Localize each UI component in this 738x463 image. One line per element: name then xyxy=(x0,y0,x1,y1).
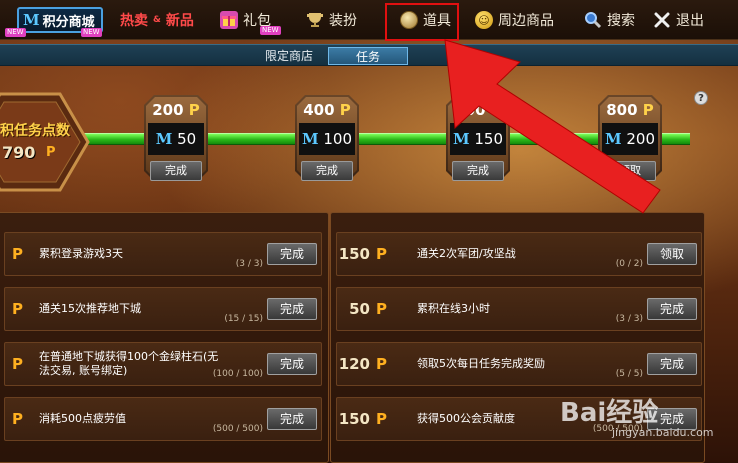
new-tag-icon: NEW xyxy=(260,26,281,35)
task-desc: 累积登录游戏3天 xyxy=(39,247,123,260)
nav-hot-new[interactable]: 热卖 & 新品 xyxy=(120,7,194,33)
milestone-600: 600 P M 150 完成 xyxy=(446,95,510,189)
task-desc: 领取5次每日任务完成奖励 xyxy=(417,357,545,370)
task-row: 150 P 获得500公会贡献度 (500 / 500) 完成 xyxy=(336,397,702,441)
new-tag-icon: NEW xyxy=(81,28,102,37)
task-row: P 通关15次推荐地下城 (15 / 15) 完成 xyxy=(4,287,322,331)
help-icon[interactable]: ? xyxy=(694,91,708,105)
milestone-points: 600 P xyxy=(454,101,502,119)
task-button[interactable]: 完成 xyxy=(647,298,697,320)
nav-hot-amp: & xyxy=(153,15,161,25)
nav-dress-label: 装扮 xyxy=(329,13,357,29)
task-row: 50 P 累积在线3小时 (3 / 3) 完成 xyxy=(336,287,702,331)
highlight-box xyxy=(385,3,459,41)
task-count: (0 / 2) xyxy=(615,259,643,269)
task-button[interactable]: 完成 xyxy=(267,408,317,430)
milestone-reward: M 150 xyxy=(450,123,506,155)
points-unit: P xyxy=(46,145,56,160)
task-count: (100 / 100) xyxy=(212,369,263,379)
sub-tabs: 限定商店 任务 xyxy=(0,44,738,66)
nav-exit[interactable]: 退出 xyxy=(653,7,704,33)
search-icon xyxy=(584,11,602,29)
task-points: P xyxy=(12,300,23,318)
task-row: 150 P 通关2次军团/攻坚战 (0 / 2) 领取 xyxy=(336,232,702,276)
task-row: P 在普通地下城获得100个金绿柱石(无法交易, 账号绑定) (100 / 10… xyxy=(4,342,322,386)
task-row: P 消耗500点疲劳值 (500 / 500) 完成 xyxy=(4,397,322,441)
m-coin-icon: M xyxy=(23,11,40,29)
task-button[interactable]: 完成 xyxy=(267,353,317,375)
milestone-button[interactable]: 领取 xyxy=(604,161,656,181)
milestone-reward: M 50 xyxy=(148,123,204,155)
nav-gift[interactable]: 礼包 NEW xyxy=(220,7,281,35)
nav-merch-label: 周边商品 xyxy=(498,13,554,29)
milestone-reward: M 200 xyxy=(602,123,658,155)
m-coin-icon: M xyxy=(452,130,470,148)
task-button[interactable]: 完成 xyxy=(267,243,317,265)
nav-exit-label: 退出 xyxy=(676,13,704,29)
task-row: 120 P 领取5次每日任务完成奖励 (5 / 5) 完成 xyxy=(336,342,702,386)
milestone-reward: M 100 xyxy=(299,123,355,155)
task-points: 50 P xyxy=(349,300,387,318)
milestone-points: 800 P xyxy=(606,101,654,119)
milestone-800: 800 P M 200 领取 xyxy=(598,95,662,189)
top-nav: M 积分商城 NEW NEW 热卖 & 新品 礼包 NEW 装扮 道具 ☺ 周边… xyxy=(0,0,738,41)
milestone-points: 400 P xyxy=(303,101,351,119)
nav-points-mall-label: 积分商城 xyxy=(42,14,95,30)
milestone-points: 200 P xyxy=(152,101,200,119)
task-points: 120 P xyxy=(338,355,387,373)
points-badge-icon xyxy=(0,92,90,192)
task-count: (15 / 15) xyxy=(224,314,263,324)
task-count: (3 / 3) xyxy=(615,314,643,324)
m-coin-icon: M xyxy=(155,130,173,148)
task-points: 150 P xyxy=(338,245,387,263)
milestone-button[interactable]: 完成 xyxy=(452,161,504,181)
nav-hot-label-right: 新品 xyxy=(165,13,194,29)
close-icon xyxy=(653,11,671,29)
nav-points-mall[interactable]: M 积分商城 NEW NEW xyxy=(5,7,103,37)
tab-limited-store[interactable]: 限定商店 xyxy=(256,47,322,65)
task-count: (500 / 500) xyxy=(592,424,643,434)
task-desc: 获得500公会贡献度 xyxy=(417,412,515,425)
task-points: P xyxy=(12,355,23,373)
gift-icon xyxy=(220,11,238,29)
milestone-button[interactable]: 完成 xyxy=(150,161,202,181)
points-value: 790 xyxy=(2,143,36,162)
task-desc: 通关15次推荐地下城 xyxy=(39,302,141,315)
task-button[interactable]: 完成 xyxy=(267,298,317,320)
m-coin-icon: M xyxy=(604,130,622,148)
task-desc: 通关2次军团/攻坚战 xyxy=(417,247,516,260)
nav-search-label: 搜索 xyxy=(607,13,635,29)
nav-search[interactable]: 搜索 xyxy=(584,7,635,33)
milestone-button[interactable]: 完成 xyxy=(301,161,353,181)
task-button[interactable]: 完成 xyxy=(647,408,697,430)
task-count: (3 / 3) xyxy=(235,259,263,269)
task-points: P xyxy=(12,245,23,263)
task-points: 150 P xyxy=(338,410,387,428)
task-points: P xyxy=(12,410,23,428)
smiley-icon: ☺ xyxy=(475,11,493,29)
task-row: P 累积登录游戏3天 (3 / 3) 完成 xyxy=(4,232,322,276)
nav-dress[interactable]: 装扮 xyxy=(306,7,357,33)
milestone-400: 400 P M 100 完成 xyxy=(295,95,359,189)
new-tag-icon: NEW xyxy=(5,28,26,37)
trophy-icon xyxy=(306,11,324,29)
points-label: 积任务点数 xyxy=(0,123,70,139)
task-count: (500 / 500) xyxy=(212,424,263,434)
task-desc: 在普通地下城获得100个金绿柱石(无法交易, 账号绑定) xyxy=(39,350,219,377)
task-desc: 消耗500点疲劳值 xyxy=(39,412,126,425)
task-count: (5 / 5) xyxy=(615,369,643,379)
tab-task[interactable]: 任务 xyxy=(328,47,408,65)
nav-hot-label-left: 热卖 xyxy=(120,13,148,29)
m-coin-icon: M xyxy=(301,130,319,148)
task-button[interactable]: 完成 xyxy=(647,353,697,375)
task-desc: 累积在线3小时 xyxy=(417,302,490,315)
nav-merch[interactable]: ☺ 周边商品 xyxy=(475,7,554,33)
task-button[interactable]: 领取 xyxy=(647,243,697,265)
milestone-200: 200 P M 50 完成 xyxy=(144,95,208,189)
